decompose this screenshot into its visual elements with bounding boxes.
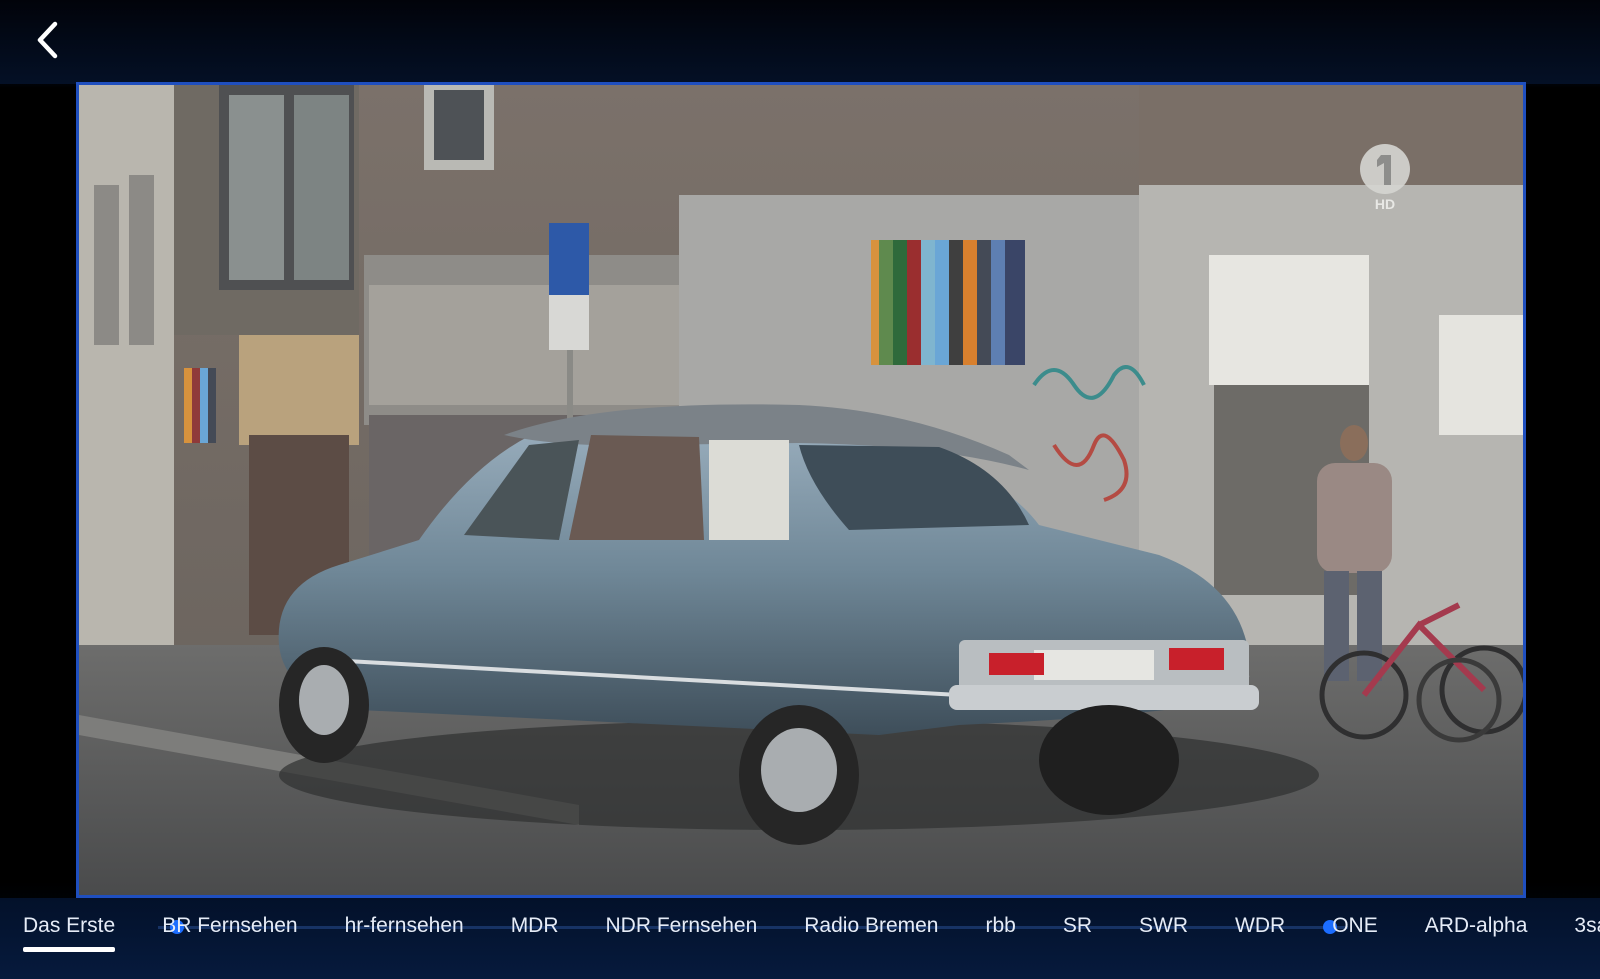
tab-swr[interactable]: SWR (1139, 914, 1188, 952)
tv-player-screen: HD Das Erste BR Fernsehen hr-fernsehen M… (0, 0, 1600, 979)
tab-one[interactable]: ONE (1332, 914, 1378, 952)
top-bar (0, 0, 1600, 84)
tab-3sat[interactable]: 3sat (1574, 914, 1600, 952)
video-player[interactable]: HD (76, 82, 1526, 898)
tab-sr[interactable]: SR (1063, 914, 1092, 952)
hd-badge: HD (1375, 196, 1395, 212)
video-frame (79, 85, 1523, 895)
das-erste-logo-icon: HD (1360, 144, 1410, 212)
tab-ard-alpha[interactable]: ARD-alpha (1425, 914, 1528, 952)
tab-hr-fernsehen[interactable]: hr-fernsehen (345, 914, 464, 952)
tab-radio-bremen[interactable]: Radio Bremen (804, 914, 938, 952)
tab-rbb[interactable]: rbb (985, 914, 1015, 952)
chevron-left-icon (37, 21, 58, 59)
back-button[interactable] (26, 18, 70, 62)
tab-wdr[interactable]: WDR (1235, 914, 1285, 952)
tab-das-erste[interactable]: Das Erste (23, 914, 116, 952)
tab-br-fernsehen[interactable]: BR Fernsehen (162, 914, 297, 952)
channel-logo: HD (1357, 141, 1413, 213)
tab-mdr[interactable]: MDR (511, 914, 559, 952)
channel-tabs: Das Erste BR Fernsehen hr-fernsehen MDR … (23, 914, 1600, 952)
tab-ndr-fernsehen[interactable]: NDR Fernsehen (606, 914, 758, 952)
